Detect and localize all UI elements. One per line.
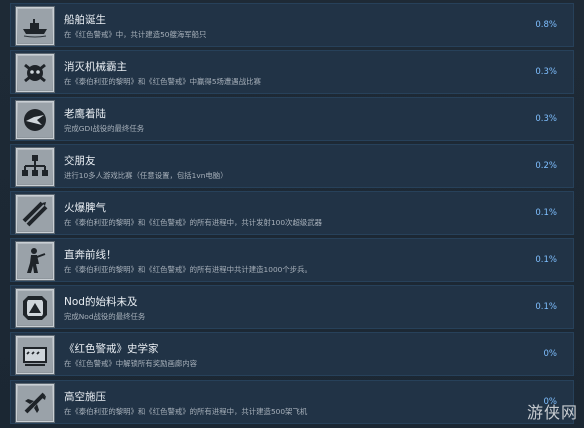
achievement-percent: 0.1%	[535, 255, 557, 265]
gallery-icon	[15, 335, 55, 375]
achievement-percent: 0.1%	[535, 208, 557, 218]
achievement-percent: 0.1%	[535, 302, 557, 312]
achievement-description: 在《泰伯利亚的黎明》和《红色警戒》的所有进程中共计建造1000个步兵。	[64, 265, 312, 274]
achievement-title: Nod的始料未及	[64, 296, 138, 308]
achievement-row[interactable]: 火爆脾气 在《泰伯利亚的黎明》和《红色警戒》的所有进程中，共计发射100次超级武…	[10, 191, 574, 235]
achievement-percent: 0.3%	[535, 67, 557, 77]
plane-icon	[15, 383, 55, 423]
soldier-icon	[15, 241, 55, 281]
achievement-row[interactable]: 船舶诞生 在《红色警戒》中，共计建造50艘海军船只 0.8%	[10, 3, 574, 47]
achievement-title: 高空施压	[64, 391, 106, 403]
ship-icon	[15, 6, 55, 46]
achievement-row[interactable]: 高空施压 在《泰伯利亚的黎明》和《红色警戒》的所有进程中，共计建造500架飞机 …	[10, 380, 574, 424]
achievement-row[interactable]: 交朋友 进行10多人游戏比赛（任意设置，包括1vn电脑） 0.2%	[10, 144, 574, 188]
achievement-row[interactable]: 直奔前线！ 在《泰伯利亚的黎明》和《红色警戒》的所有进程中共计建造1000个步兵…	[10, 238, 574, 282]
achievement-description: 在《泰伯利亚的黎明》和《红色警戒》的所有进程中，共计发射100次超级武器	[64, 218, 323, 227]
achievement-description: 在《泰伯利亚的黎明》和《红色警戒》的所有进程中，共计建造500架飞机	[64, 407, 308, 416]
achievement-title: 交朋友	[64, 155, 96, 167]
achievement-percent: 0.3%	[535, 114, 557, 124]
achievement-row[interactable]: 老鹰着陆 完成GDI战役的最终任务 0.3%	[10, 97, 574, 141]
achievement-title: 老鹰着陆	[64, 108, 106, 120]
eagle-icon	[15, 100, 55, 140]
achievement-percent: 0%	[543, 349, 558, 359]
achievement-description: 在《泰伯利亚的黎明》和《红色警戒》中赢得5场遭遇战比赛	[64, 77, 261, 86]
mech-icon	[15, 53, 55, 93]
achievement-row[interactable]: 《红色警戒》史学家 在《红色警戒》中解锁所有奖励画廊内容 0%	[10, 332, 574, 376]
achievement-percent: 0.2%	[535, 161, 557, 171]
achievement-title: 直奔前线！	[64, 249, 117, 261]
achievement-list: 船舶诞生 在《红色警戒》中，共计建造50艘海军船只 0.8% 消灭机械霸主 在《…	[0, 0, 584, 428]
achievement-description: 在《红色警戒》中，共计建造50艘海军船只	[64, 30, 207, 39]
achievement-title: 消灭机械霸主	[64, 61, 127, 73]
achievement-row[interactable]: 消灭机械霸主 在《泰伯利亚的黎明》和《红色警戒》中赢得5场遭遇战比赛 0.3%	[10, 50, 574, 94]
achievement-row[interactable]: Nod的始料未及 完成Nod战役的最终任务 0.1%	[10, 285, 574, 329]
network-icon	[15, 147, 55, 187]
achievement-description: 完成GDI战役的最终任务	[64, 124, 145, 133]
watermark: 游侠网	[526, 403, 578, 422]
achievement-description: 在《红色警戒》中解锁所有奖励画廊内容	[64, 359, 198, 368]
achievement-percent: 0.8%	[535, 20, 557, 30]
achievement-title: 船舶诞生	[64, 14, 106, 26]
missile-icon	[15, 194, 55, 234]
achievement-description: 完成Nod战役的最终任务	[64, 312, 146, 321]
achievement-title: 火爆脾气	[64, 202, 106, 214]
achievement-description: 进行10多人游戏比赛（任意设置，包括1vn电脑）	[64, 171, 228, 180]
nod-icon	[15, 288, 55, 328]
achievement-title: 《红色警戒》史学家	[64, 343, 159, 355]
